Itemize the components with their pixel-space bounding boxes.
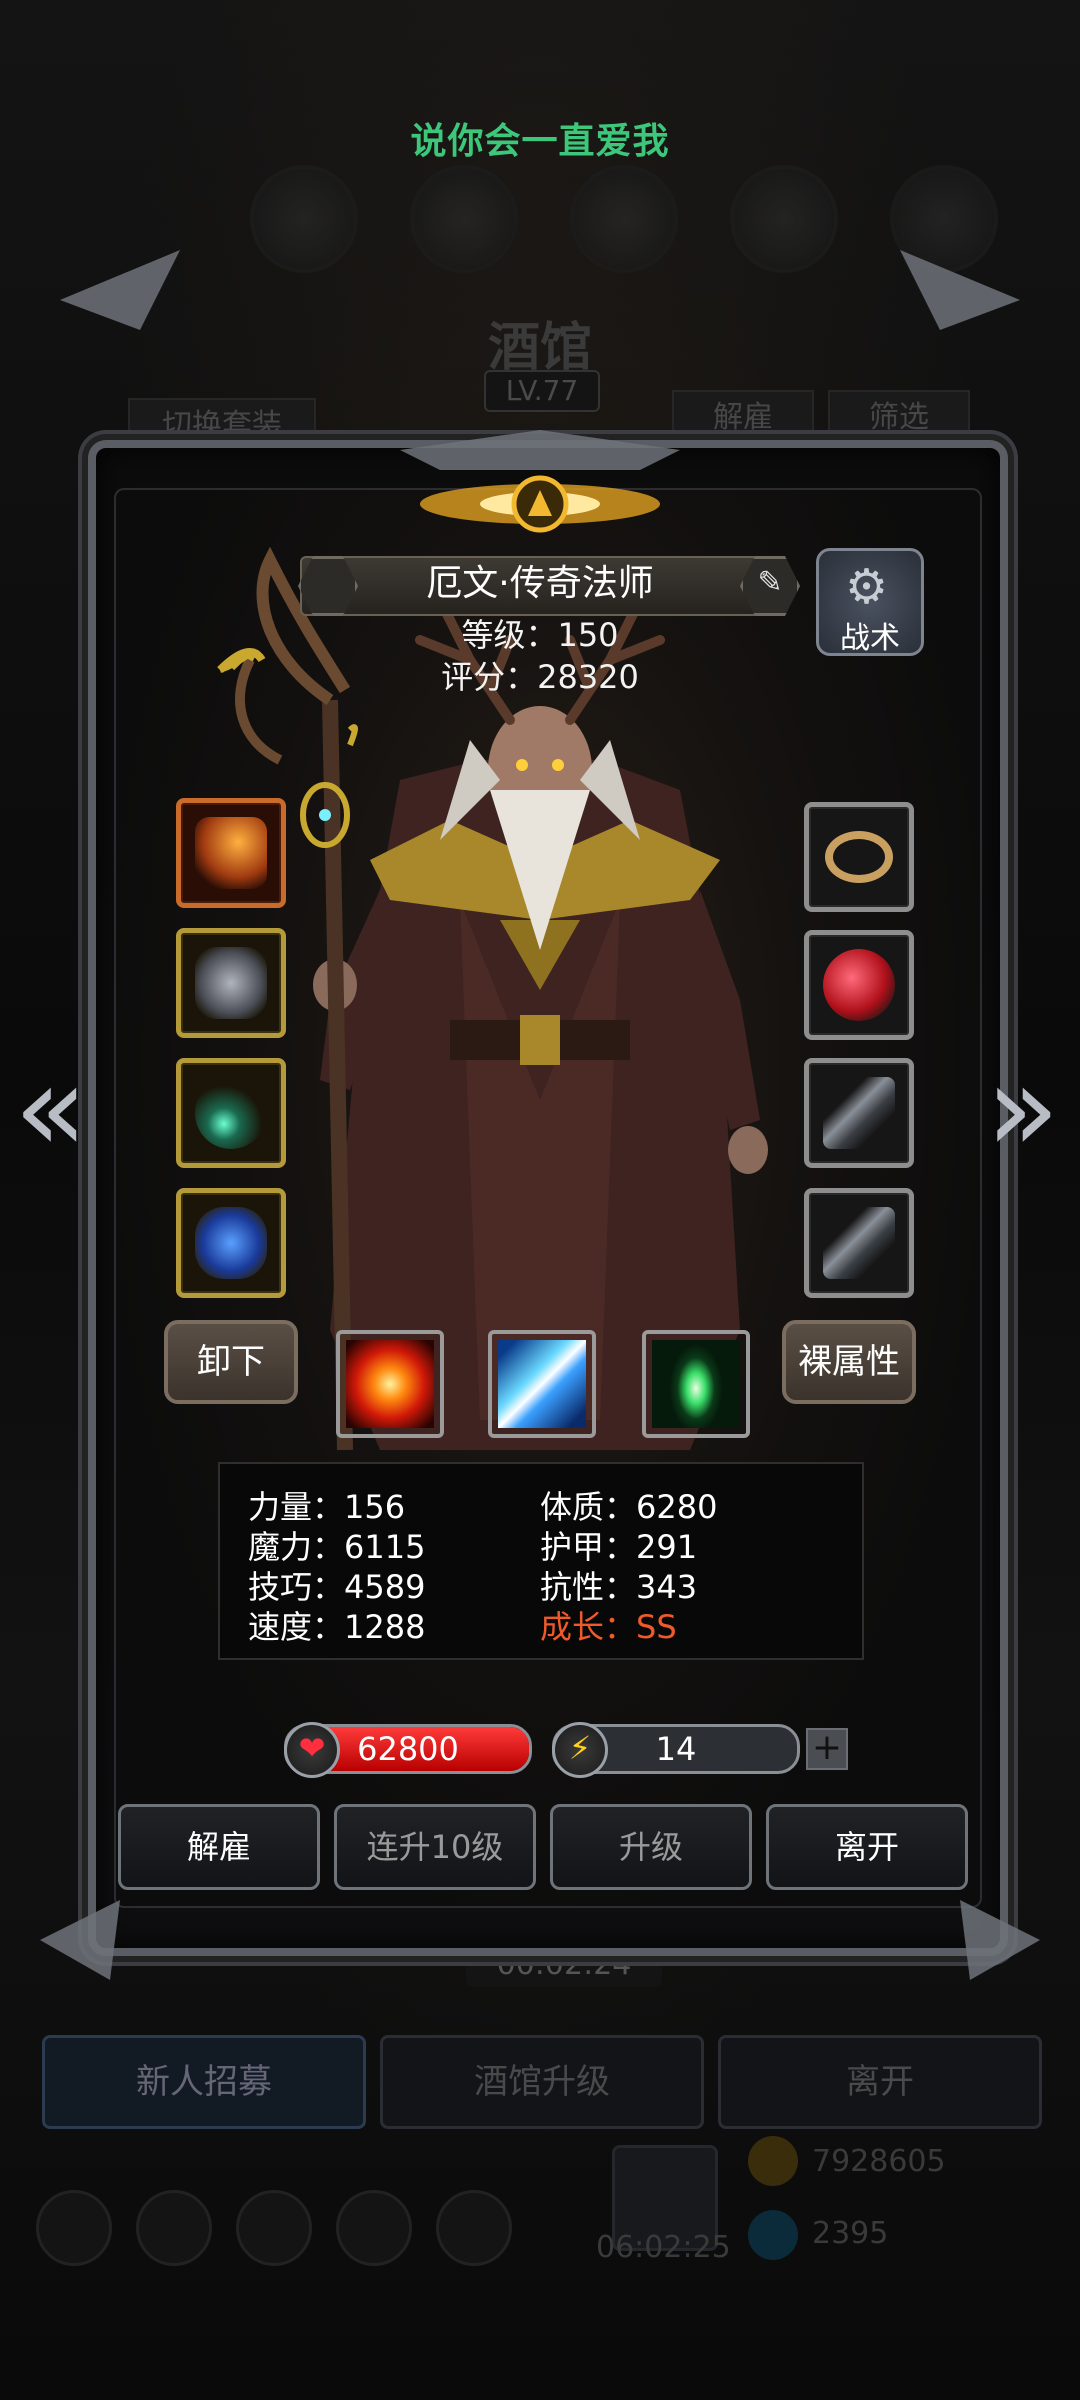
green-light-icon [652,1340,740,1428]
red-orb-icon [823,949,895,1021]
hero-score: 评分：28320 [441,658,639,696]
staff-icon [195,817,267,889]
bg-menu-icon [250,165,358,273]
bg-filter-button: 筛选 [828,390,970,446]
armor-icon [195,947,267,1019]
stat-growth: 成长：SS [540,1608,677,1646]
tavern-title: 酒馆 [487,317,592,378]
gem-icon [748,2210,798,2260]
bg-menu-icon [410,165,518,273]
bracer-slot-1[interactable] [804,1058,914,1168]
armor-slot[interactable] [176,928,286,1038]
hero-name: 厄文·传奇法师 [426,563,654,604]
ice-shard-icon [498,1340,586,1428]
lightning-icon: ⚡ [552,1722,608,1778]
weapon-slot[interactable] [176,798,286,908]
stat-speed: 速度：1288 [248,1608,426,1646]
tactics-label: 战术 [840,621,900,656]
gold-coin-icon [748,2136,798,2186]
ring-icon [825,831,893,883]
ring-slot[interactable] [804,802,914,912]
gem-slot[interactable] [176,1188,286,1298]
level-up-10-button[interactable]: 连升10级 [334,1804,536,1890]
gold-amount: 7928605 [812,2144,946,2179]
skill-slot-1[interactable] [336,1330,444,1438]
bg-menu-icon [570,165,678,273]
nav-icon [36,2190,112,2266]
nav-icon [436,2190,512,2266]
gift-timer: 06:02:25 [596,2230,731,2265]
nav-icon [336,2190,412,2266]
gem-amount: 2395 [812,2216,889,2251]
recruit-button: 新人招募 [42,2035,366,2129]
tactics-button[interactable]: ⚙ 战术 [816,548,924,656]
amulet-icon [195,1077,267,1149]
dismiss-button[interactable]: 解雇 [118,1804,320,1890]
fire-burst-icon [346,1340,434,1428]
previous-hero-arrow[interactable]: « [14,1050,87,1170]
gear-icon: ⚙ [845,559,889,615]
blue-gem-icon [195,1207,267,1279]
skill-slot-2[interactable] [488,1330,596,1438]
tavern-level: LV.77 [484,370,600,412]
level-up-button[interactable]: 升级 [550,1804,752,1890]
next-hero-arrow[interactable]: » [986,1050,1059,1170]
bg-leave-button: 离开 [718,2035,1042,2129]
tavern-upgrade-button: 酒馆升级 [380,2035,704,2129]
bracer-icon [823,1207,895,1279]
add-energy-button[interactable]: + [806,1728,848,1770]
nav-icon [136,2190,212,2266]
bracer-slot-2[interactable] [804,1188,914,1298]
naked-attributes-button[interactable]: 裸属性 [782,1320,916,1404]
orb-slot[interactable] [804,930,914,1040]
skill-slot-3[interactable] [642,1330,750,1438]
amulet-slot[interactable] [176,1058,286,1168]
leave-button[interactable]: 离开 [766,1804,968,1890]
bg-menu-icon [890,165,998,273]
unequip-button[interactable]: 卸下 [164,1320,298,1404]
bg-menu-icon [730,165,838,273]
bracer-icon [823,1077,895,1149]
bg-dismiss-button: 解雇 [672,390,814,446]
heart-icon: ❤ [284,1722,340,1778]
nav-icon [236,2190,312,2266]
song-title: 说你会一直爱我 [410,121,670,162]
